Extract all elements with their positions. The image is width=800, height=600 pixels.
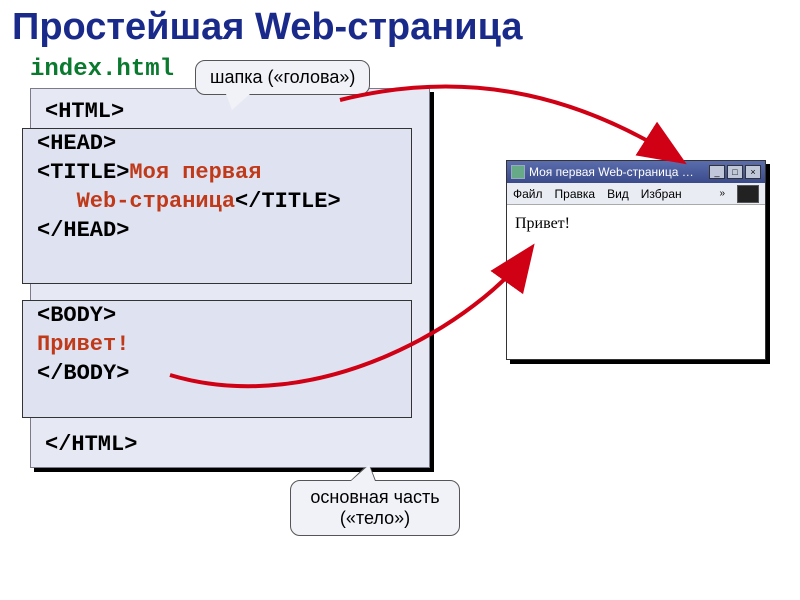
code-head-open: <HEAD> (23, 129, 411, 158)
filename-label: index.html (30, 56, 174, 83)
callout-body-line2: («тело») (340, 508, 410, 528)
code-title-line2: Web-страница</TITLE> (23, 187, 411, 216)
callout-head-text: шапка («голова») (210, 67, 355, 87)
code-title-text2: Web-страница (37, 189, 235, 214)
minimize-button[interactable]: _ (709, 165, 725, 179)
browser-content: Привет! (507, 205, 765, 243)
body-block: <BODY> Привет! </BODY> (22, 300, 412, 418)
menu-chevron-icon[interactable]: » (719, 188, 725, 199)
browser-window: Моя первая Web-страница … _ □ × Файл Пра… (506, 160, 766, 360)
code-head-close: </HEAD> (23, 216, 411, 245)
code-html-close: </HTML> (31, 430, 151, 459)
menu-favorites[interactable]: Избран (641, 187, 682, 201)
browser-menubar: Файл Правка Вид Избран » (507, 183, 765, 205)
browser-title-text: Моя первая Web-страница … (529, 165, 694, 179)
close-button[interactable]: × (745, 165, 761, 179)
menu-view[interactable]: Вид (607, 187, 629, 201)
code-title-text1: Моя первая (129, 160, 261, 185)
browser-logo-icon (737, 185, 759, 203)
code-title-line1: <TITLE>Моя первая (23, 158, 411, 187)
callout-body: основная часть («тело») (290, 480, 460, 536)
code-body-open: <BODY> (23, 301, 411, 330)
maximize-button[interactable]: □ (727, 165, 743, 179)
code-body-close: </BODY> (23, 359, 411, 388)
browser-titlebar: Моя первая Web-страница … _ □ × (507, 161, 765, 183)
head-block: <HEAD> <TITLE>Моя первая Web-страница</T… (22, 128, 412, 284)
window-buttons: _ □ × (709, 165, 761, 179)
code-body-text: Привет! (23, 330, 411, 359)
page-title: Простейшая Web-страница (12, 6, 523, 49)
code-title-open: <TITLE> (37, 160, 129, 185)
menu-file[interactable]: Файл (513, 187, 543, 201)
browser-body-text: Привет! (515, 215, 570, 232)
menu-edit[interactable]: Правка (555, 187, 596, 201)
callout-head: шапка («голова») (195, 60, 370, 95)
browser-icon (511, 165, 525, 179)
code-title-close: </TITLE> (235, 189, 341, 214)
callout-body-line1: основная часть (310, 487, 439, 507)
